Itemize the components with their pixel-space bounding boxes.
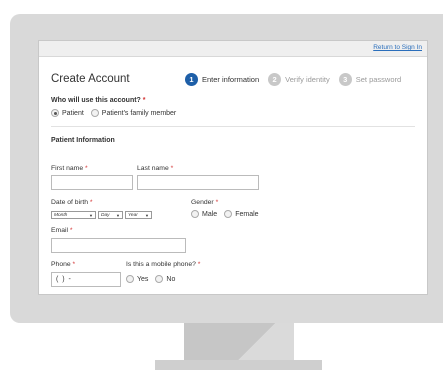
last-name-label: Last name * xyxy=(137,165,173,172)
section-title: Patient Information xyxy=(51,137,115,144)
form-content: Create Account 1 Enter information 2 Ver… xyxy=(39,71,427,144)
who-uses-question: Who will use this account? * xyxy=(51,97,415,104)
radio-button[interactable] xyxy=(90,109,99,117)
first-name-input[interactable] xyxy=(51,175,133,190)
step-number: 3 xyxy=(338,72,352,86)
last-name-input[interactable] xyxy=(137,175,259,190)
radio-label: Patient xyxy=(62,109,84,117)
email-label: Email * xyxy=(51,227,73,234)
monitor-stand xyxy=(184,323,294,360)
required-mark: * xyxy=(215,199,219,206)
gender-label-text: Gender xyxy=(191,199,214,206)
caret-down-icon: ▼ xyxy=(145,212,149,218)
first-name-label-text: First name xyxy=(51,165,84,172)
dob-day-select[interactable]: Day ▼ xyxy=(98,211,123,219)
gender-label: Gender * xyxy=(191,199,218,206)
select-value: Day xyxy=(101,212,110,218)
radio-male[interactable]: Male xyxy=(191,210,217,218)
screen: Return to Sign In Create Account 1 Enter… xyxy=(38,40,428,295)
step-set-password: 3 Set password xyxy=(338,72,402,86)
monitor-base xyxy=(155,360,322,370)
required-mark: * xyxy=(142,97,146,104)
mobile-question-label: Is this a mobile phone? * xyxy=(126,261,200,268)
required-mark: * xyxy=(69,227,73,234)
dob-label: Date of birth * xyxy=(51,199,93,206)
gender-radio-group: Male Female xyxy=(191,210,266,218)
first-name-label: First name * xyxy=(51,165,88,172)
dob-month-select[interactable]: Month ▼ xyxy=(51,211,96,219)
email-label-text: Email xyxy=(51,227,68,234)
step-number: 2 xyxy=(268,72,282,86)
radio-label: Yes xyxy=(137,275,149,283)
radio-patient[interactable]: Patient xyxy=(51,109,84,117)
required-mark: * xyxy=(89,199,93,206)
radio-label: No xyxy=(166,275,176,283)
mobile-label-text: Is this a mobile phone? xyxy=(126,261,196,268)
email-input[interactable] xyxy=(51,238,186,253)
radio-button[interactable] xyxy=(126,275,134,283)
step-enter-information: 1 Enter information xyxy=(185,72,260,86)
step-label: Verify identity xyxy=(285,74,330,84)
phone-label-text: Phone xyxy=(51,261,71,268)
step-verify-identity: 2 Verify identity xyxy=(268,72,330,86)
top-bar: Return to Sign In xyxy=(39,41,427,57)
mobile-radio-group: Yes No xyxy=(126,275,182,283)
radio-female[interactable]: Female xyxy=(224,210,259,218)
radio-label: Patient's family member xyxy=(101,109,177,117)
last-name-label-text: Last name xyxy=(137,165,169,172)
radio-button[interactable] xyxy=(224,210,233,218)
radio-no[interactable]: No xyxy=(155,275,175,283)
radio-button[interactable] xyxy=(51,109,59,117)
caret-down-icon: ▼ xyxy=(116,212,120,218)
radio-button[interactable] xyxy=(191,210,199,218)
radio-button[interactable] xyxy=(155,275,164,283)
who-uses-label: Who will use this account? xyxy=(51,97,141,104)
radio-label: Male xyxy=(202,210,218,218)
select-value: Year xyxy=(128,212,138,218)
required-mark: * xyxy=(197,261,201,268)
phone-input[interactable]: ( ) - xyxy=(51,272,121,287)
page-title: Create Account xyxy=(51,73,130,85)
phone-label: Phone * xyxy=(51,261,75,268)
caret-down-icon: ▼ xyxy=(89,212,93,218)
return-to-sign-in-link[interactable]: Return to Sign In xyxy=(373,44,422,51)
required-mark: * xyxy=(72,261,76,268)
radio-family-member[interactable]: Patient's family member xyxy=(90,109,177,117)
step-label: Set password xyxy=(355,74,402,84)
dob-year-select[interactable]: Year ▼ xyxy=(125,211,152,219)
header-row: Create Account 1 Enter information 2 Ver… xyxy=(51,71,415,87)
who-uses-radio-group: Patient Patient's family member xyxy=(51,109,415,117)
step-number: 1 xyxy=(185,72,198,86)
required-mark: * xyxy=(85,165,88,172)
divider xyxy=(51,126,415,127)
required-mark: * xyxy=(170,165,174,172)
step-label: Enter information xyxy=(202,74,260,84)
select-value: Month xyxy=(54,212,68,218)
dob-label-text: Date of birth xyxy=(51,199,89,206)
radio-label: Female xyxy=(235,210,259,218)
radio-yes[interactable]: Yes xyxy=(126,275,148,283)
